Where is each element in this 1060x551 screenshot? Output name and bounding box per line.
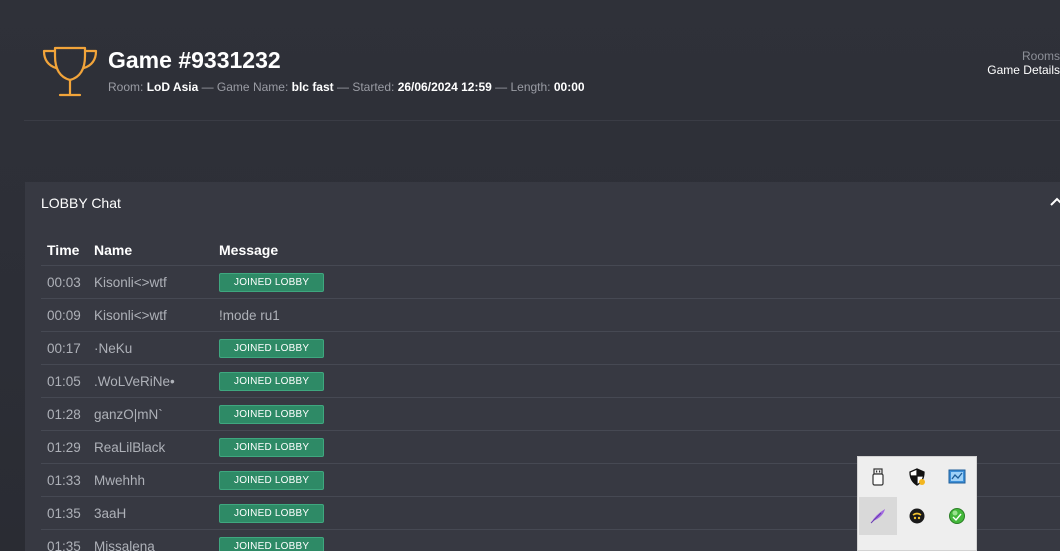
row-message: JOINED LOBBY	[213, 364, 1060, 398]
row-time: 01:35	[41, 496, 88, 530]
usb-drive-icon[interactable]	[859, 458, 897, 496]
table-header-row: Time Name Message	[41, 235, 1060, 266]
row-player-name: ·NeKu	[88, 331, 213, 365]
row-time: 01:33	[41, 463, 88, 497]
breadcrumb: Rooms Game Details	[987, 49, 1060, 77]
system-tray-overflow	[857, 456, 977, 551]
table-row: 01:28 ganzO|mN` JOINED LOBBY	[41, 397, 1060, 431]
row-message: JOINED LOBBY	[213, 265, 1060, 299]
table-row: 00:09 Kisonli<>wtf !mode ru1	[41, 298, 1060, 332]
page-title: Game #9331232	[108, 47, 281, 73]
security-shield-icon[interactable]	[898, 458, 936, 496]
row-time: 00:09	[41, 298, 88, 332]
table-row: 00:17 ·NeKu JOINED LOBBY	[41, 331, 1060, 365]
trophy-icon	[42, 46, 98, 97]
column-header-message: Message	[213, 235, 1060, 266]
breadcrumb-current: Game Details	[987, 63, 1060, 77]
row-player-name: ganzO|mN`	[88, 397, 213, 431]
joined-lobby-badge: JOINED LOBBY	[219, 470, 325, 490]
row-time: 01:29	[41, 430, 88, 464]
game-client-icon[interactable]	[898, 497, 936, 535]
joined-lobby-badge: JOINED LOBBY	[219, 371, 325, 391]
row-time: 01:05	[41, 364, 88, 398]
started-value: 26/06/2024 12:59	[397, 80, 492, 94]
length-value: 00:00	[553, 80, 585, 94]
row-player-name: .WoLVeRiNe•	[88, 364, 213, 398]
row-time: 01:28	[41, 397, 88, 431]
row-player-name: Mwehhh	[88, 463, 213, 497]
row-message: JOINED LOBBY	[213, 331, 1060, 365]
game-meta: Room: LoD Asia — Game Name: blc fast — S…	[108, 80, 585, 94]
length-label: — Length:	[495, 80, 551, 94]
joined-lobby-badge: JOINED LOBBY	[219, 503, 325, 523]
game-header: Game #9331232 Room: LoD Asia — Game Name…	[24, 0, 1060, 121]
row-player-name: Missalena	[88, 529, 213, 551]
row-time: 00:17	[41, 331, 88, 365]
column-header-time: Time	[41, 235, 88, 266]
feather-icon[interactable]	[859, 497, 897, 535]
row-message: !mode ru1	[213, 298, 1060, 332]
row-time: 00:03	[41, 265, 88, 299]
row-time: 01:35	[41, 529, 88, 551]
joined-lobby-badge: JOINED LOBBY	[219, 437, 325, 457]
room-label: Room:	[108, 80, 144, 94]
breadcrumb-rooms-link[interactable]: Rooms	[987, 49, 1060, 63]
row-player-name: Kisonli<>wtf	[88, 265, 213, 299]
message-text: !mode ru1	[219, 307, 280, 323]
room-value: LoD Asia	[146, 80, 199, 94]
joined-lobby-badge: JOINED LOBBY	[219, 404, 325, 424]
joined-lobby-badge: JOINED LOBBY	[219, 338, 325, 358]
row-player-name: ReaLilBlack	[88, 430, 213, 464]
green-globe-icon[interactable]	[938, 497, 976, 535]
table-row: 01:05 .WoLVeRiNe• JOINED LOBBY	[41, 364, 1060, 398]
row-player-name: 3aaH	[88, 496, 213, 530]
joined-lobby-badge: JOINED LOBBY	[219, 536, 325, 551]
started-label: — Started:	[337, 80, 395, 94]
network-monitor-icon[interactable]	[938, 458, 976, 496]
table-row: 00:03 Kisonli<>wtf JOINED LOBBY	[41, 265, 1060, 299]
chevron-up-icon[interactable]	[1050, 197, 1060, 207]
joined-lobby-badge: JOINED LOBBY	[219, 272, 325, 292]
row-message: JOINED LOBBY	[213, 397, 1060, 431]
row-player-name: Kisonli<>wtf	[88, 298, 213, 332]
game-name-label: — Game Name:	[201, 80, 289, 94]
column-header-name: Name	[88, 235, 213, 266]
panel-title: LOBBY Chat	[41, 195, 121, 211]
game-name-value: blc fast	[291, 80, 334, 94]
